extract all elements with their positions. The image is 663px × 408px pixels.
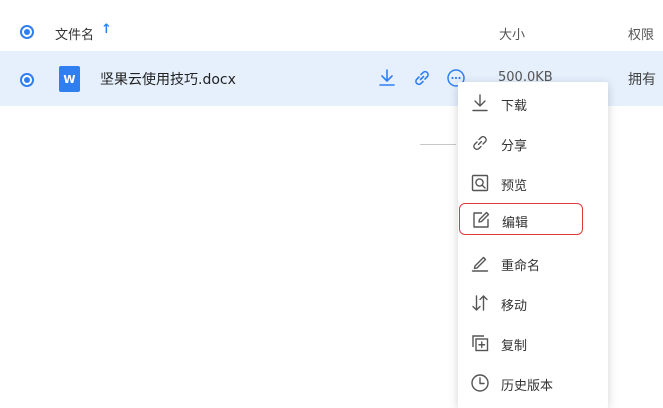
file-permission: 拥有 <box>628 72 656 88</box>
column-header-permission[interactable]: 权限 <box>628 24 654 43</box>
menu-item-label: 移动 <box>501 299 528 314</box>
menu-item-move[interactable]: 移动 <box>458 287 608 319</box>
preview-icon <box>471 174 489 192</box>
download-icon <box>472 94 488 112</box>
menu-item-download[interactable]: 下载 <box>458 87 608 119</box>
download-action-icon[interactable] <box>377 68 397 88</box>
menu-item-label: 复制 <box>501 339 528 354</box>
menu-item-label: 下载 <box>501 99 528 114</box>
move-icon <box>472 295 488 311</box>
column-header-size[interactable]: 大小 <box>499 24 525 43</box>
history-icon <box>471 374 489 392</box>
context-menu: 下载 分享 预览 编辑 重命名 移动 复制 历史版本 <box>458 82 608 408</box>
file-select-radio[interactable] <box>20 73 34 87</box>
menu-item-label: 历史版本 <box>501 379 554 394</box>
menu-item-history[interactable]: 历史版本 <box>458 367 608 399</box>
menu-item-rename[interactable]: 重命名 <box>458 247 608 279</box>
rename-icon <box>471 256 489 272</box>
share-link-action-icon[interactable] <box>412 68 432 88</box>
file-name[interactable]: 坚果云使用技巧.docx <box>100 69 236 89</box>
column-header-name[interactable]: 文件名 <box>55 24 94 43</box>
select-all-radio[interactable] <box>20 25 34 39</box>
menu-item-preview[interactable]: 预览 <box>458 167 608 199</box>
link-icon <box>473 136 487 150</box>
menu-item-label: 分享 <box>501 139 528 154</box>
menu-item-label: 预览 <box>501 179 528 194</box>
menu-item-edit[interactable]: 编辑 <box>459 203 583 235</box>
copy-icon <box>472 335 489 352</box>
menu-item-share[interactable]: 分享 <box>458 127 608 159</box>
menu-item-label: 编辑 <box>502 216 529 231</box>
file-browser: 文件名 ↑ 大小 权限 W 坚果云使用技巧.docx 500.0KB 拥有 下载 <box>0 0 663 408</box>
menu-item-copy[interactable]: 复制 <box>458 327 608 359</box>
menu-item-label: 重命名 <box>501 259 541 274</box>
edit-icon <box>473 211 490 228</box>
sort-ascending-icon[interactable]: ↑ <box>101 22 112 37</box>
divider-line <box>420 144 456 145</box>
word-file-icon: W <box>59 66 80 92</box>
